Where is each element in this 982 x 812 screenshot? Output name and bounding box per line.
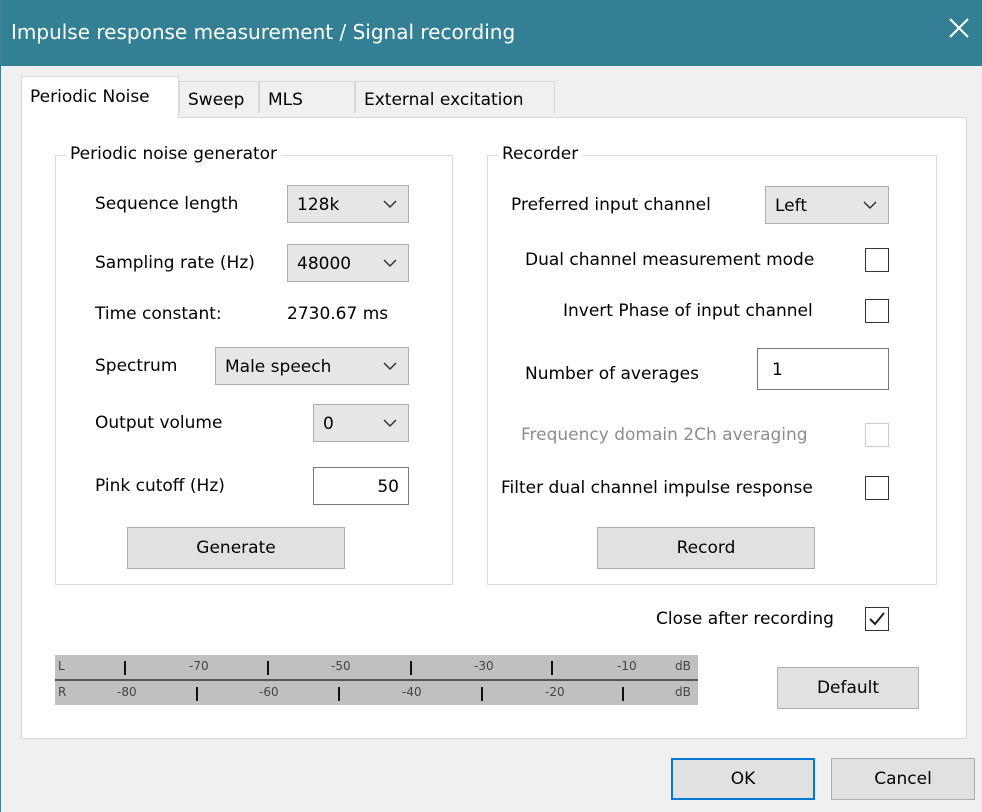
chevron-down-icon (382, 257, 398, 269)
output-volume-select[interactable]: 0 (313, 404, 409, 442)
title-bar: Impulse response measurement / Signal re… (1, 0, 982, 66)
select-value: 0 (323, 414, 334, 434)
meter-row-right: R -80 -60 -40 -20 dB (55, 681, 698, 705)
close-after-recording-label: Close after recording (656, 609, 834, 629)
filter-checkbox[interactable] (865, 476, 889, 500)
time-constant-label: Time constant: (95, 304, 222, 324)
spectrum-select[interactable]: Male speech (215, 347, 409, 385)
dual-channel-label: Dual channel measurement mode (525, 250, 814, 270)
chevron-down-icon (862, 199, 878, 211)
input-value: 1 (772, 360, 783, 380)
tab-label: MLS (268, 90, 303, 110)
group-legend: Recorder (498, 144, 582, 164)
meter-tick (124, 661, 126, 675)
sequence-length-select[interactable]: 128k (287, 185, 409, 223)
generate-button[interactable]: Generate (127, 527, 345, 569)
select-value: Male speech (225, 357, 331, 377)
meter-unit: dB (675, 685, 691, 699)
dual-channel-checkbox[interactable] (865, 248, 889, 272)
level-meter: L -70 -50 -30 -10 dB R -80 -60 -40 -20 d… (55, 655, 698, 705)
time-constant-value: 2730.67 ms (287, 304, 388, 324)
meter-label: -30 (474, 659, 494, 673)
meter-tick (410, 661, 412, 675)
meter-tick (338, 687, 340, 701)
chevron-down-icon (382, 198, 398, 210)
tab-label: Sweep (188, 90, 244, 110)
tab-label: Periodic Noise (30, 87, 150, 107)
meter-label: -10 (617, 659, 637, 673)
sampling-rate-label: Sampling rate (Hz) (95, 253, 255, 273)
preferred-input-select[interactable]: Left (765, 186, 889, 224)
tab-mls[interactable]: MLS (259, 81, 355, 113)
select-value: 128k (297, 195, 339, 215)
window-title: Impulse response measurement / Signal re… (11, 20, 515, 44)
spectrum-label: Spectrum (95, 356, 177, 376)
chevron-down-icon (382, 360, 398, 372)
output-volume-label: Output volume (95, 413, 222, 433)
checkmark-icon (868, 610, 886, 628)
averages-input[interactable]: 1 (757, 348, 889, 390)
chevron-down-icon (382, 417, 398, 429)
cancel-button[interactable]: Cancel (831, 758, 975, 800)
preferred-input-label: Preferred input channel (511, 195, 711, 215)
group-legend: Periodic noise generator (66, 144, 281, 164)
meter-tick (622, 687, 624, 701)
meter-tick (267, 661, 269, 675)
meter-tick (196, 687, 198, 701)
input-value: 50 (377, 477, 399, 497)
averages-label: Number of averages (525, 364, 699, 384)
tab-periodic-noise[interactable]: Periodic Noise (21, 76, 179, 118)
ok-button[interactable]: OK (671, 758, 815, 800)
sequence-length-label: Sequence length (95, 194, 238, 214)
sampling-rate-select[interactable]: 48000 (287, 244, 409, 282)
record-button[interactable]: Record (597, 527, 815, 569)
meter-label: -20 (545, 685, 565, 699)
meter-tick (481, 687, 483, 701)
invert-phase-label: Invert Phase of input channel (563, 301, 813, 321)
tab-external-excitation[interactable]: External excitation (355, 81, 555, 113)
meter-label: -50 (331, 659, 351, 673)
default-button[interactable]: Default (777, 667, 919, 709)
meter-tick (551, 661, 553, 675)
filter-label: Filter dual channel impulse response (501, 478, 813, 498)
freq-domain-checkbox[interactable] (865, 423, 889, 447)
tab-label: External excitation (364, 90, 524, 110)
tab-sweep[interactable]: Sweep (179, 81, 259, 113)
meter-unit: dB (675, 659, 691, 673)
pink-cutoff-label: Pink cutoff (Hz) (95, 476, 225, 496)
select-value: 48000 (297, 254, 351, 274)
select-value: Left (775, 196, 807, 216)
meter-label: -80 (117, 685, 137, 699)
meter-channel-right: R (58, 685, 66, 699)
pink-cutoff-input[interactable]: 50 (313, 467, 409, 505)
dialog-window: Impulse response measurement / Signal re… (0, 0, 982, 812)
meter-channel-left: L (58, 659, 65, 673)
close-after-recording-checkbox[interactable] (865, 607, 889, 631)
invert-phase-checkbox[interactable] (865, 299, 889, 323)
meter-label: -70 (189, 659, 209, 673)
meter-label: -40 (402, 685, 422, 699)
close-icon[interactable] (945, 14, 973, 42)
meter-label: -60 (259, 685, 279, 699)
freq-domain-label: Frequency domain 2Ch averaging (521, 425, 808, 445)
meter-row-left: L -70 -50 -30 -10 dB (55, 655, 698, 679)
